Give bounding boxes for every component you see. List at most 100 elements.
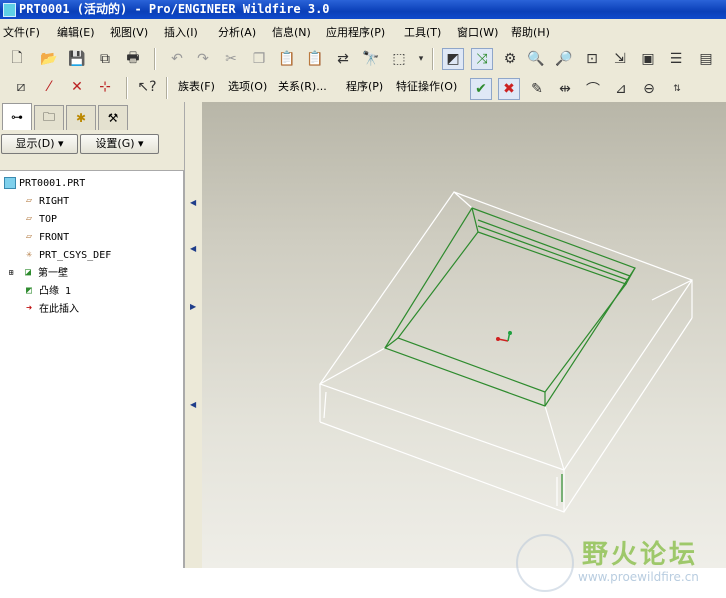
collapse-arrow-icon[interactable]: ▶ <box>190 302 196 311</box>
cancel-icon[interactable]: ✖ <box>498 78 520 100</box>
menu-insert[interactable]: 插入(I) <box>164 24 198 40</box>
model-outer-edges <box>319 191 693 513</box>
sheetmetal-wall-icon: ◪ <box>24 267 32 278</box>
standard-toolbar: 🗋 📂 💾 ⧉ 🖶 ↶ ↷ ✂ ❐ 📋 📋 ⇄ 🔭 ⬚ ▾ ◩ ⤨ ⚙ 🔍 🔎 … <box>0 44 726 74</box>
save-copy-icon[interactable]: ⧉ <box>94 48 116 70</box>
tree-root[interactable]: PRT0001.PRT <box>4 176 85 192</box>
find-icon[interactable]: 🔭 <box>360 48 382 70</box>
zoom-in-icon[interactable]: 🔍 <box>525 48 547 70</box>
refit-icon[interactable]: ⊡ <box>581 48 603 70</box>
sort-icon[interactable]: ⇅ <box>666 78 688 100</box>
layers-icon[interactable]: ☰ <box>665 48 687 70</box>
toolbar-separator <box>126 77 128 99</box>
saved-views-icon[interactable]: ▣ <box>637 48 659 70</box>
window-titlebar: PRT0001 (活动的) - Pro/ENGINEER Wildfire 3.… <box>0 0 726 19</box>
sheetmetal-tray-model[interactable] <box>202 102 726 568</box>
tree-item-right[interactable]: ▱ RIGHT <box>22 194 69 210</box>
datum-csys-icon[interactable]: ⊹ <box>94 76 116 98</box>
paste-special-icon[interactable]: 📋 <box>304 48 326 70</box>
print-icon[interactable]: 🖶 <box>122 48 144 70</box>
tree-item-label: 第一壁 <box>38 268 68 279</box>
menu-file[interactable]: 文件(F) <box>3 24 40 40</box>
datum-axis-icon[interactable]: ⁄ <box>38 76 60 98</box>
tree-item-front[interactable]: ▱ FRONT <box>22 230 69 246</box>
sheetmetal-toolbar: ✔ ✖ ✎ ⇹ ⌒ ⊿ ⊖ ⇅ <box>468 76 726 102</box>
coordinate-system-marker <box>496 330 512 342</box>
collapse-arrow-icon[interactable]: ◀ <box>190 400 196 409</box>
feature-operations-button[interactable]: 特征操作(O) <box>396 78 457 94</box>
selection-box-icon[interactable]: ⬚ <box>388 48 410 70</box>
tree-item-label: TOP <box>39 214 58 225</box>
menu-window[interactable]: 窗口(W) <box>457 24 498 40</box>
program-button[interactable]: 程序(P) <box>346 78 383 94</box>
menu-info[interactable]: 信息(N) <box>272 24 311 40</box>
tree-item-first-wall[interactable]: ⊞ ◪ 第一壁 <box>4 266 68 282</box>
context-help-icon[interactable]: ↖? <box>136 76 158 98</box>
forum-watermark: 野火论坛 www.proewildfire.cn <box>516 530 722 592</box>
tree-item-flange[interactable]: ◩ 凸缘 1 <box>22 284 71 300</box>
chevron-down-icon[interactable]: ▾ <box>410 48 432 70</box>
check-icon[interactable]: ✔ <box>470 78 492 100</box>
undo-icon[interactable]: ↶ <box>166 48 188 70</box>
unbend-icon[interactable]: ⇹ <box>554 78 576 100</box>
menu-analysis[interactable]: 分析(A) <box>218 24 256 40</box>
toolbar-separator <box>154 48 156 70</box>
view-manager-icon[interactable]: ▤ <box>695 48 717 70</box>
orient-mode-icon[interactable]: ⚙ <box>499 48 521 70</box>
open-folder-icon[interactable]: 📂 <box>38 48 60 70</box>
display-dropdown[interactable]: 显示(D) ▾ <box>1 134 78 154</box>
save-icon[interactable]: 💾 <box>66 48 88 70</box>
menu-help[interactable]: 帮助(H) <box>511 24 550 40</box>
paste-icon[interactable]: 📋 <box>276 48 298 70</box>
redo-icon[interactable]: ↷ <box>192 48 214 70</box>
zoom-out-icon[interactable]: 🔎 <box>553 48 575 70</box>
spin-center-icon[interactable]: ⤨ <box>471 48 493 70</box>
new-file-icon[interactable]: 🗋 <box>6 48 28 70</box>
tree-item-label: RIGHT <box>39 196 70 207</box>
edit-definition-icon[interactable]: ✎ <box>526 78 548 100</box>
folder-browser-tab[interactable]: 🗀 <box>34 105 64 130</box>
collapse-arrow-icon[interactable]: ◀ <box>190 244 196 253</box>
model-tree: PRT0001.PRT ▱ RIGHT ▱ TOP ▱ FRONT ✳ PRT_CSYS… <box>0 170 184 569</box>
datum-plane-icon: ▱ <box>25 231 33 242</box>
family-table-button[interactable]: 族表(F) <box>178 78 215 94</box>
cut-icon[interactable]: ✂ <box>220 48 242 70</box>
watermark-logo <box>516 534 574 592</box>
toolbar-separator <box>166 77 168 99</box>
options-button[interactable]: 选项(O) <box>228 78 267 94</box>
settings-dropdown[interactable]: 设置(G) ▾ <box>80 134 159 154</box>
connections-tab[interactable]: ⚒ <box>98 105 128 130</box>
repaint-icon[interactable]: ◩ <box>442 48 464 70</box>
graphics-window[interactable] <box>202 102 726 568</box>
menubar: 文件(F) 编辑(E) 视图(V) 插入(I) 分析(A) 信息(N) 应用程序… <box>0 20 726 42</box>
relations-button[interactable]: 关系(R)... <box>278 78 327 94</box>
insert-here-arrow-icon: ➜ <box>25 303 33 314</box>
watermark-url: www.proewildfire.cn <box>578 570 699 584</box>
navigator-panel: ⊶ 🗀 ✱ ⚒ 显示(D) ▾ 设置(G) ▾ PRT0001.PRT ▱ RIG… <box>0 102 184 569</box>
regenerate-icon[interactable]: ⇄ <box>332 48 354 70</box>
part-icon <box>4 177 16 189</box>
model-tree-tab[interactable]: ⊶ <box>2 103 32 130</box>
tree-item-top[interactable]: ▱ TOP <box>22 212 57 228</box>
bend-icon[interactable]: ⌒ <box>582 78 604 100</box>
tree-item-label: PRT_CSYS_DEF <box>39 250 112 261</box>
expand-icon[interactable]: ⊞ <box>4 267 18 279</box>
sketch-datum-icon[interactable]: ⧄ <box>10 76 32 98</box>
tree-item-csys[interactable]: ✳ PRT_CSYS_DEF <box>22 248 111 264</box>
flat-pattern-icon[interactable]: ⊿ <box>610 78 632 100</box>
menu-edit[interactable]: 编辑(E) <box>57 24 95 40</box>
rip-icon[interactable]: ⊖ <box>638 78 660 100</box>
window-title: PRT0001 (活动的) - Pro/ENGINEER Wildfire 3.… <box>19 2 330 16</box>
menu-tools[interactable]: 工具(T) <box>404 24 441 40</box>
reorient-icon[interactable]: ⇲ <box>609 48 631 70</box>
copy-icon[interactable]: ❐ <box>248 48 270 70</box>
model-selected-edges <box>384 207 636 502</box>
menu-applications[interactable]: 应用程序(P) <box>326 24 385 40</box>
datum-point-icon[interactable]: ✕ <box>66 76 88 98</box>
menu-view[interactable]: 视图(V) <box>110 24 148 40</box>
csys-icon: ✳ <box>25 249 33 260</box>
panel-splitter[interactable]: ◀ ◀ ▶ ◀ <box>184 102 203 568</box>
tree-item-insert-here[interactable]: ➜ 在此插入 <box>22 302 79 318</box>
collapse-arrow-icon[interactable]: ◀ <box>190 198 196 207</box>
favorites-tab[interactable]: ✱ <box>66 105 96 130</box>
